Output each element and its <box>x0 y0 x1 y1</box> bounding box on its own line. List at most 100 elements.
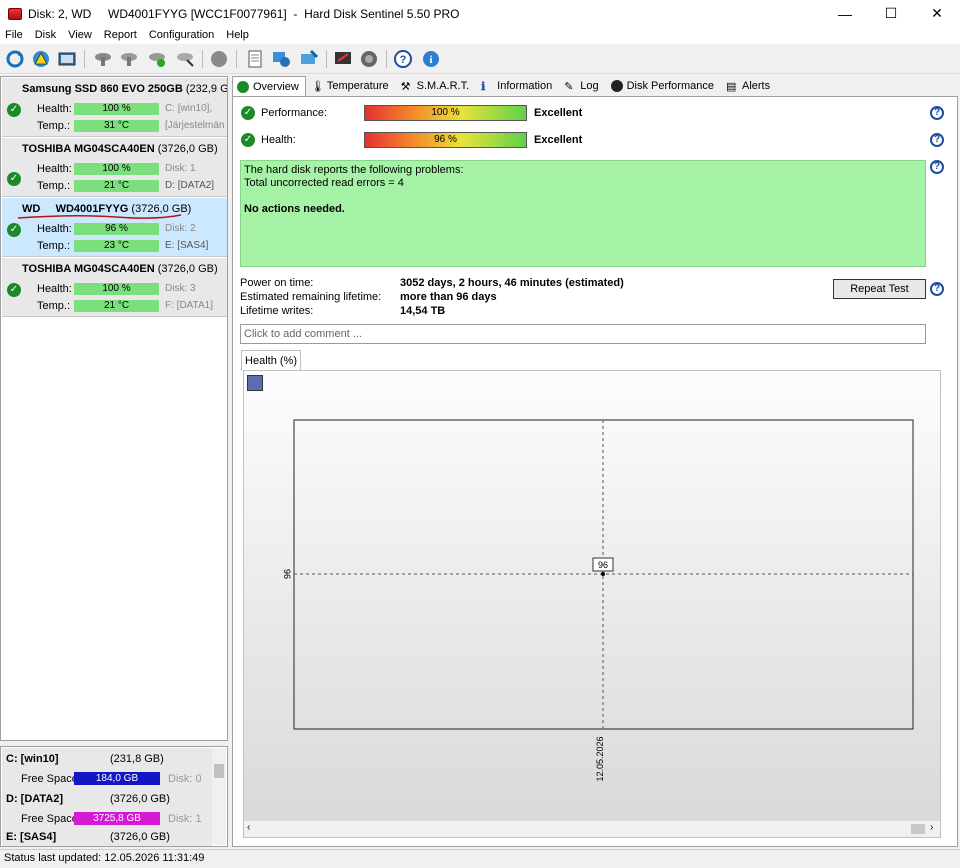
temp-bar: 21 °C <box>74 180 159 192</box>
volume-disk: Disk: 0 <box>168 773 202 785</box>
status-bar: Status last updated: 12.05.2026 11:31:49 <box>0 849 960 868</box>
wrench-icon: ⚒ <box>400 81 411 93</box>
disk-item[interactable]: TOSHIBA MG04SCA40EN (3726,0 GB) ✓ Health… <box>2 258 227 317</box>
help-icon[interactable]: ? <box>392 48 414 70</box>
menu-help[interactable]: Help <box>221 27 256 44</box>
maximize-button[interactable]: ☐ <box>868 0 914 27</box>
volume-label: F: [DATA1] <box>165 300 213 311</box>
info-icon: ℹ <box>481 81 486 93</box>
minimize-button[interactable]: — <box>822 0 868 27</box>
app-icon <box>8 7 22 20</box>
volume-item[interactable]: E: [SAS4] (3726,0 GB) <box>2 828 212 846</box>
close-button[interactable]: ✕ <box>914 0 960 27</box>
problem-line: The hard disk reports the following prob… <box>244 164 464 176</box>
tab-information[interactable]: ℹ Information <box>476 76 559 96</box>
performance-rating: Excellent <box>534 107 583 119</box>
comment-field[interactable]: Click to add comment ... <box>240 324 926 344</box>
temp-label: Temp.: <box>37 180 71 192</box>
volume-item[interactable]: D: [DATA2] (3726,0 GB) Free Space 3725,8… <box>2 788 212 828</box>
tab-overview[interactable]: Overview <box>232 76 306 97</box>
sync-icon[interactable] <box>270 48 292 70</box>
thermometer-icon: 🌡 <box>310 81 325 93</box>
help-icon[interactable]: ? <box>930 133 944 147</box>
writes-value: 14,54 TB <box>400 305 446 317</box>
disk-icon[interactable] <box>208 48 230 70</box>
gauge-icon <box>610 80 623 92</box>
window-title: Disk: 2, WD WD4001FYYG [WCC1F0077961] - … <box>28 6 460 21</box>
speaker-icon[interactable] <box>358 48 380 70</box>
toolbar: ? i <box>0 44 960 74</box>
menu-report[interactable]: Report <box>99 27 144 44</box>
drive-tool-icon[interactable] <box>174 48 196 70</box>
volume-item[interactable]: C: [win10] (231,8 GB) Free Space 184,0 G… <box>2 748 212 788</box>
scroll-thumb[interactable] <box>911 824 925 834</box>
volume-label: E: [SAS4] <box>165 240 209 251</box>
disk-item-selected[interactable]: WD WD4001FYYG (3726,0 GB) ✓ Health: 96 %… <box>2 198 227 257</box>
menu-disk[interactable]: Disk <box>30 27 63 44</box>
disk-item[interactable]: TOSHIBA MG04SCA40EN (3726,0 GB) Health: … <box>2 138 227 197</box>
problem-verdict: No actions needed. <box>244 203 345 215</box>
tab-alerts[interactable]: ▤ Alerts <box>721 76 777 96</box>
temp-bar: 31 °C <box>74 120 159 132</box>
problem-line: Total uncorrected read errors = 4 <box>244 177 404 189</box>
warning-icon[interactable] <box>30 48 52 70</box>
repeat-test-button[interactable]: Repeat Test <box>833 279 926 299</box>
scroll-right-icon[interactable]: › <box>930 822 933 833</box>
tab-smart[interactable]: ⚒ S.M.A.R.T. <box>396 76 477 96</box>
disk-item[interactable]: Samsung SSD 860 EVO 250GB (232,9 GB) D ✓… <box>2 78 227 137</box>
scroll-left-icon[interactable]: ‹ <box>247 822 250 833</box>
tab-bar: Overview 🌡 Temperature ⚒ S.M.A.R.T. ℹ Infor… <box>232 76 777 97</box>
menu-configuration[interactable]: Configuration <box>144 27 221 44</box>
volume-size: (3726,0 GB) <box>110 793 170 805</box>
temp-bar: 21 °C <box>74 300 159 312</box>
disk-name: Samsung SSD 860 EVO 250GB <box>22 83 183 95</box>
disk-size: (232,9 GB) <box>185 83 227 95</box>
temp-label: Temp.: <box>37 300 71 312</box>
title-bar: Disk: 2, WD WD4001FYYG [WCC1F0077961] - … <box>0 0 960 27</box>
monitor-icon[interactable] <box>332 48 354 70</box>
disk-label: Disk: 2 <box>165 223 196 234</box>
chart-svg: 96 96 12.05.2026 <box>282 419 914 782</box>
scroll-thumb[interactable] <box>214 764 224 778</box>
health-bar: 96 % <box>364 132 527 148</box>
free-space-bar: 184,0 GB <box>74 772 160 785</box>
menu-view[interactable]: View <box>63 27 99 44</box>
info-icon[interactable]: i <box>420 48 442 70</box>
volume-list: C: [win10] (231,8 GB) Free Space 184,0 G… <box>0 746 228 847</box>
help-icon[interactable]: ? <box>930 160 944 174</box>
health-label: Health: <box>37 103 72 115</box>
help-icon[interactable]: ? <box>930 106 944 120</box>
tab-log[interactable]: ✎ Log <box>559 76 605 96</box>
drive-tool-icon[interactable] <box>118 48 140 70</box>
volume-label: [Järjestelmän <box>165 120 225 131</box>
report-icon[interactable] <box>56 48 78 70</box>
document-icon[interactable] <box>244 48 266 70</box>
temp-bar: 23 °C <box>74 240 159 252</box>
tab-disk-performance[interactable]: Disk Performance <box>606 76 721 96</box>
drive-check-icon[interactable] <box>146 48 168 70</box>
volume-disk: Disk: 1 <box>168 813 202 825</box>
disk-name: TOSHIBA MG04SCA40EN <box>22 263 155 275</box>
menu-file[interactable]: File <box>0 27 30 44</box>
volume-label: D: [DATA2] <box>165 180 215 191</box>
help-icon[interactable]: ? <box>930 282 944 296</box>
tab-temperature[interactable]: 🌡 Temperature <box>306 76 396 96</box>
temp-label: Temp.: <box>37 120 71 132</box>
underline-annotation <box>17 214 182 219</box>
refresh-icon[interactable] <box>4 48 26 70</box>
chart-scrollbar[interactable]: ‹ › <box>244 821 940 837</box>
free-space-label: Free Space <box>21 813 78 825</box>
volume-scrollbar[interactable] <box>212 748 226 845</box>
overview-panel: ✓ Performance: 100 % Excellent ? ✓ Healt… <box>232 96 958 847</box>
network-icon[interactable] <box>298 48 320 70</box>
drive-tool-icon[interactable] <box>92 48 114 70</box>
volume-name: D: [DATA2] <box>6 793 64 805</box>
tab-health-chart[interactable]: Health (%) <box>241 350 301 371</box>
health-bar: 100 % <box>74 283 159 295</box>
free-space-bar: 3725,8 GB <box>74 812 160 825</box>
health-rating: Excellent <box>534 134 583 146</box>
health-label: Health: <box>37 283 72 295</box>
data-point <box>601 572 605 576</box>
remaining-label: Estimated remaining lifetime: <box>240 291 382 303</box>
disk-size: (3726,0 GB) <box>157 143 218 155</box>
